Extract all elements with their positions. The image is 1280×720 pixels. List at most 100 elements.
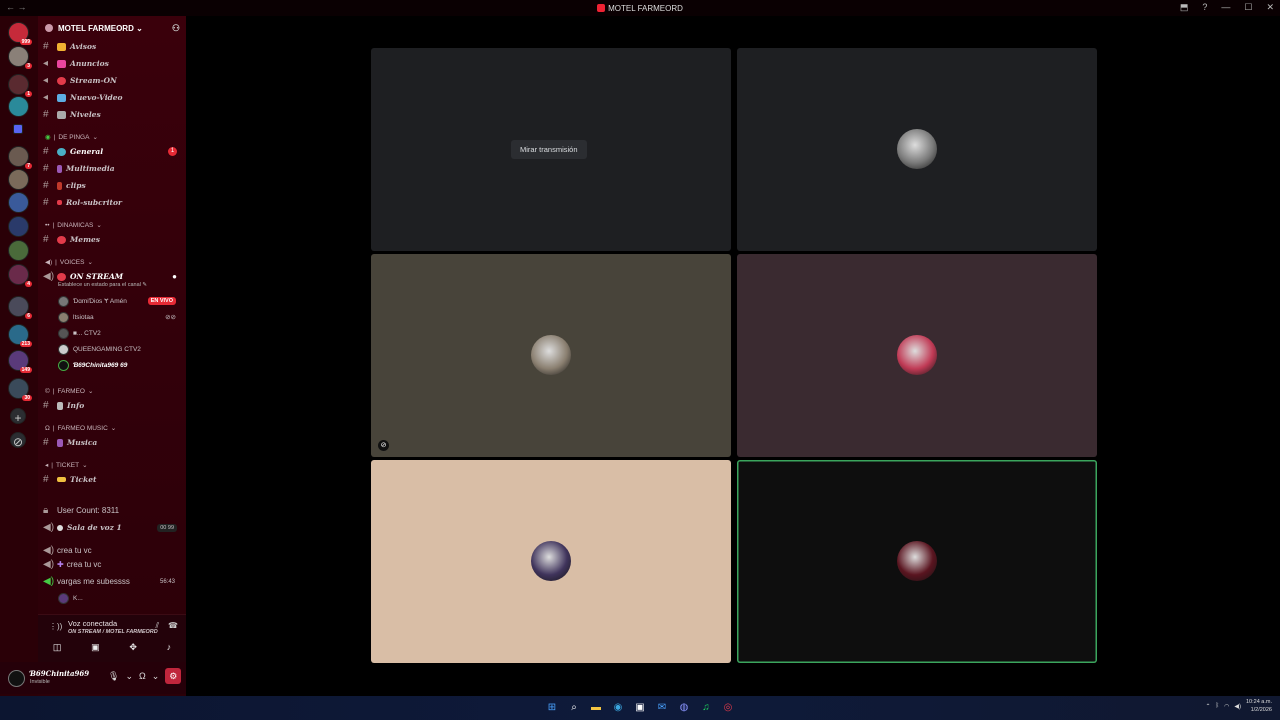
category-voices[interactable]: ◀) | VOICES ⌄ (45, 258, 93, 267)
stream-tile[interactable]: Mirar transmisión (371, 48, 731, 251)
activities-icon[interactable]: ✥ (129, 642, 137, 653)
inbox-icon[interactable]: ⬒ (1180, 2, 1189, 13)
minimize-button[interactable]: — (1221, 2, 1230, 13)
chat-icon[interactable]: ● (172, 272, 177, 281)
chevron-down-icon[interactable]: ⌄ (152, 671, 160, 684)
chevron-up-icon[interactable]: ⌃ (1205, 703, 1210, 710)
camera-off-icon[interactable]: ◫ (53, 642, 62, 653)
discord-icon[interactable]: ◍ (677, 701, 691, 715)
muted-icon: ⊘⊘ (165, 314, 176, 321)
channel-rol-subcritor[interactable]: # Rol-subcritor (43, 195, 181, 210)
disconnect-icon[interactable]: ☎ (168, 621, 178, 631)
voice-channel-crea-tu-vc-2[interactable]: ◀) ✚ crea tu vc (43, 557, 181, 572)
start-icon[interactable]: ⊞ (545, 701, 559, 715)
folder-icon[interactable] (13, 124, 23, 134)
server-icon[interactable]: 999 (8, 22, 32, 45)
globe-icon (57, 147, 66, 156)
spotify-icon[interactable]: ♫ (699, 701, 713, 715)
copyright-icon: © (45, 387, 50, 395)
server-icon[interactable]: 3 (8, 46, 32, 69)
server-icon[interactable]: 1 (8, 74, 32, 97)
participant-tile[interactable] (737, 48, 1097, 251)
channel-multimedia[interactable]: # Multimedia (43, 161, 181, 176)
channel-general[interactable]: # General 1 (43, 144, 181, 159)
add-server-icon[interactable]: + (10, 408, 26, 425)
search-icon[interactable]: ⌕ (567, 701, 581, 715)
participant-tile-speaking[interactable] (737, 460, 1097, 663)
avatar[interactable] (8, 670, 25, 687)
category-farmeo-music[interactable]: Ω | FARMEO MUSIC ⌄ (45, 424, 116, 433)
channel-memes[interactable]: # Memes (43, 232, 181, 247)
title-bar: ← → MOTEL FARMEORD ⬒ ? — ☐ ✕ (0, 0, 1280, 16)
channel-musica[interactable]: # Musica (43, 435, 181, 450)
channel-info[interactable]: # Info (43, 398, 181, 413)
server-icon[interactable]: 149 (8, 350, 32, 373)
voice-user[interactable]: Ɓ69Chinita969 69 (58, 358, 180, 372)
screen-share-icon[interactable]: ▣ (91, 642, 100, 653)
voice-user[interactable]: ■... CTV2 (58, 326, 180, 340)
category-dinamicas[interactable]: •• | DINAMICAS ⌄ (45, 221, 102, 230)
channel-stream-on[interactable]: ◂ Stream-ON (43, 73, 181, 88)
channel-anuncios[interactable]: ◂ Anuncios (43, 56, 181, 71)
help-icon[interactable]: ? (1202, 2, 1207, 13)
chevron-down-icon[interactable]: ⌄ (125, 671, 133, 684)
voice-status-channel[interactable]: ON STREAM / MOTEL FARMEORD (68, 629, 158, 635)
user-count-channel[interactable]: 🔒︎ User Count: 8311 (43, 503, 181, 518)
server-icon[interactable] (8, 169, 29, 190)
maximize-button[interactable]: ☐ (1244, 2, 1252, 13)
participant-tile[interactable]: ⊘ (371, 254, 731, 457)
participant-tile[interactable] (371, 460, 731, 663)
channel-clips[interactable]: # clips (43, 178, 181, 193)
mail-icon[interactable]: ✉ (655, 701, 669, 715)
server-icon[interactable] (8, 96, 29, 117)
bluetooth-icon[interactable]: ᛒ (1216, 703, 1220, 709)
server-icon[interactable]: 4 (8, 264, 32, 287)
explore-icon[interactable]: ⊘ (10, 432, 26, 449)
store-icon[interactable]: ▣ (633, 701, 647, 715)
server-icon[interactable] (8, 240, 29, 261)
username[interactable]: Ɓ69Chinita969 (30, 669, 89, 678)
server-icon[interactable]: 7 (8, 146, 32, 169)
channel-sidebar: MOTEL FARMEORD ⌄ ⚇ # Avisos ◂ Anuncios ◂ St… (38, 16, 186, 696)
channel-status-hint[interactable]: Establece un estado para el canal ✎ (58, 282, 147, 288)
voice-user[interactable]: ltsiotaa ⊘⊘ (58, 310, 180, 324)
clock[interactable]: 10:24 a.m. 1/2/2026 (1246, 698, 1272, 714)
signal-icon[interactable]: ⋮)) (49, 622, 62, 631)
server-icon[interactable] (8, 216, 29, 237)
add-member-icon[interactable]: ⚇ (172, 23, 180, 34)
edge-icon[interactable]: ◉ (611, 701, 625, 715)
wifi-icon[interactable]: ◠ (1224, 703, 1229, 710)
channel-ticket[interactable]: # Ticket (43, 472, 181, 487)
participant-tile[interactable] (737, 254, 1097, 457)
face-icon (57, 235, 66, 244)
category-farmeo[interactable]: © | FARMEO ⌄ (45, 387, 93, 396)
bell-icon (57, 42, 66, 51)
voice-channel-sala[interactable]: ◀) Sala de voz 1 00 99 (43, 520, 181, 535)
server-icon[interactable] (8, 192, 29, 213)
settings-gear-icon[interactable]: ⚙ (165, 668, 182, 684)
category-de-pinga[interactable]: ◉ | DE PINGA ⌄ (45, 133, 98, 142)
voice-user[interactable]: K... (58, 591, 180, 605)
server-icon[interactable]: 6 (8, 296, 32, 319)
server-icon[interactable]: 30 (8, 378, 32, 401)
soundboard-icon[interactable]: ♪ (167, 642, 172, 653)
server-icon[interactable]: 213 (8, 324, 32, 347)
voice-user[interactable]: ƊɑmiƊios Ɏ Amén EN VIVO (58, 294, 180, 308)
close-button[interactable]: ✕ (1266, 2, 1274, 13)
channel-nuevo-video[interactable]: ◂ Nuevo-Video (43, 90, 181, 105)
guild-header[interactable]: MOTEL FARMEORD ⌄ ⚇ (38, 16, 186, 40)
channel-niveles[interactable]: # Niveles (43, 107, 181, 122)
watch-stream-button[interactable]: Mirar transmisión (511, 140, 587, 159)
voice-channel-vargas[interactable]: ◀) vargas me subessss 56:43 (43, 574, 181, 589)
headphones-icon[interactable]: Ω (139, 671, 146, 684)
voice-channel-crea-tu-vc[interactable]: ◀) crea tu vc (43, 543, 181, 558)
file-explorer-icon[interactable]: ▬ (589, 701, 603, 715)
voice-user[interactable]: QUEENGAMING CTV2 (58, 342, 180, 356)
speaker-icon: ◀) (43, 522, 55, 533)
category-ticket[interactable]: ◂ | TICKET ⌄ (45, 461, 88, 470)
noise-suppression-icon[interactable]: ⫽ (155, 621, 159, 631)
volume-icon[interactable]: ◀) (1234, 703, 1241, 710)
app-icon[interactable]: ◎ (721, 701, 735, 715)
channel-avisos[interactable]: # Avisos (43, 39, 181, 54)
microphone-icon[interactable]: 🎙︎ (108, 671, 119, 684)
